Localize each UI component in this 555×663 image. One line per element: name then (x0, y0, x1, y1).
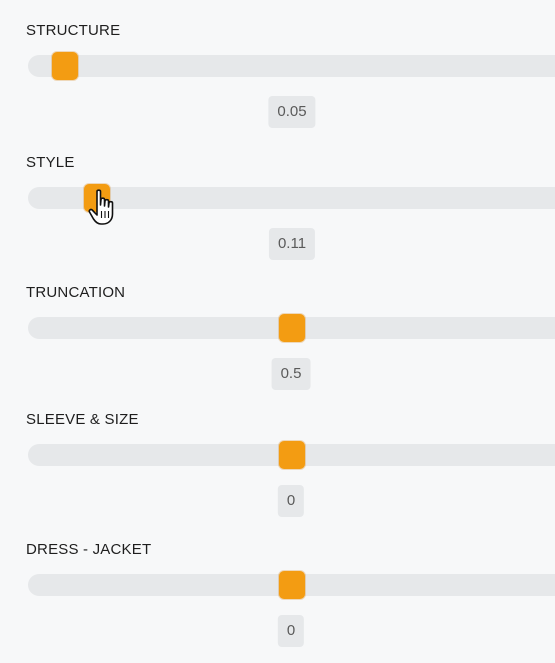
slider-value-sleeve-size[interactable]: 0 (277, 485, 305, 517)
slider-label-style: STYLE (26, 154, 75, 171)
slider-group-structure: STRUCTURE 0.05 (0, 22, 555, 152)
slider-value-dress-jacket[interactable]: 0 (277, 615, 305, 647)
slider-value-truncation[interactable]: 0.5 (271, 358, 311, 390)
slider-track-style[interactable] (28, 184, 555, 212)
slider-thumb-structure[interactable] (51, 52, 78, 80)
slider-group-sleeve-size: SLEEVE & SIZE 0 (0, 411, 555, 541)
slider-panel: STRUCTURE 0.05 STYLE 0.11 TRUNCATION 0.5… (0, 0, 555, 663)
slider-track-structure[interactable] (28, 52, 555, 80)
slider-track-truncation[interactable] (28, 314, 555, 342)
slider-track-dress-jacket[interactable] (28, 571, 555, 599)
slider-thumb-style[interactable] (83, 184, 110, 212)
slider-thumb-sleeve-size[interactable] (278, 441, 305, 469)
slider-group-dress-jacket: DRESS - JACKET 0 (0, 541, 555, 663)
slider-value-style[interactable]: 0.11 (268, 228, 316, 260)
slider-value-structure[interactable]: 0.05 (268, 96, 316, 128)
slider-label-structure: STRUCTURE (26, 22, 121, 39)
slider-label-sleeve-size: SLEEVE & SIZE (26, 411, 139, 428)
slider-track-sleeve-size[interactable] (28, 441, 555, 469)
slider-group-style: STYLE 0.11 (0, 154, 555, 284)
slider-label-dress-jacket: DRESS - JACKET (26, 541, 152, 558)
slider-thumb-truncation[interactable] (278, 314, 305, 342)
slider-label-truncation: TRUNCATION (26, 284, 126, 301)
slider-thumb-dress-jacket[interactable] (278, 571, 305, 599)
slider-group-truncation: TRUNCATION 0.5 (0, 284, 555, 414)
